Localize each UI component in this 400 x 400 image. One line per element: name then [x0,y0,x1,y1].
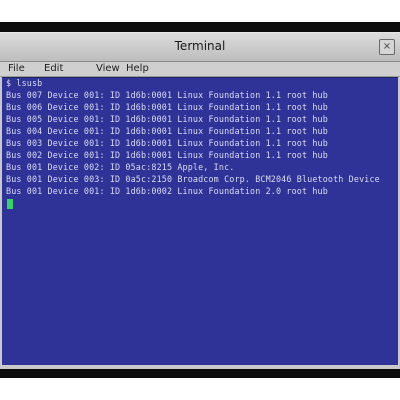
output-line: Bus 007 Device 001: ID 1d6b:0001 Linux F… [6,90,328,100]
menu-item-file[interactable]: File [8,62,25,76]
window-title: Terminal [174,39,226,53]
output-line: Bus 004 Device 001: ID 1d6b:0001 Linux F… [6,126,328,136]
prompt-line: $ lsusb [6,78,43,88]
title-bar[interactable]: Terminal × [0,33,400,62]
output-line: Bus 003 Device 001: ID 1d6b:0001 Linux F… [6,138,328,148]
text-cursor [7,199,13,209]
menu-bar: File Edit View Help [0,62,400,77]
menu-item-edit[interactable]: Edit [44,62,63,76]
output-line: Bus 006 Device 001: ID 1d6b:0001 Linux F… [6,102,328,112]
menu-item-view[interactable]: View [96,62,120,76]
terminal-window: Terminal × File Edit View Help $ lsusb B… [0,32,400,369]
output-line: Bus 001 Device 002: ID 05ac:8215 Apple, … [6,162,235,172]
output-line: Bus 002 Device 001: ID 1d6b:0001 Linux F… [6,150,328,160]
output-line: Bus 001 Device 003: ID 0a5c:2150 Broadco… [6,174,380,184]
output-line: Bus 005 Device 001: ID 1d6b:0001 Linux F… [6,114,328,124]
output-line: Bus 001 Device 001: ID 1d6b:0002 Linux F… [6,186,328,196]
terminal-output[interactable]: $ lsusb Bus 007 Device 001: ID 1d6b:0001… [2,77,398,365]
menu-item-help[interactable]: Help [126,62,149,76]
close-icon[interactable]: × [379,39,395,55]
